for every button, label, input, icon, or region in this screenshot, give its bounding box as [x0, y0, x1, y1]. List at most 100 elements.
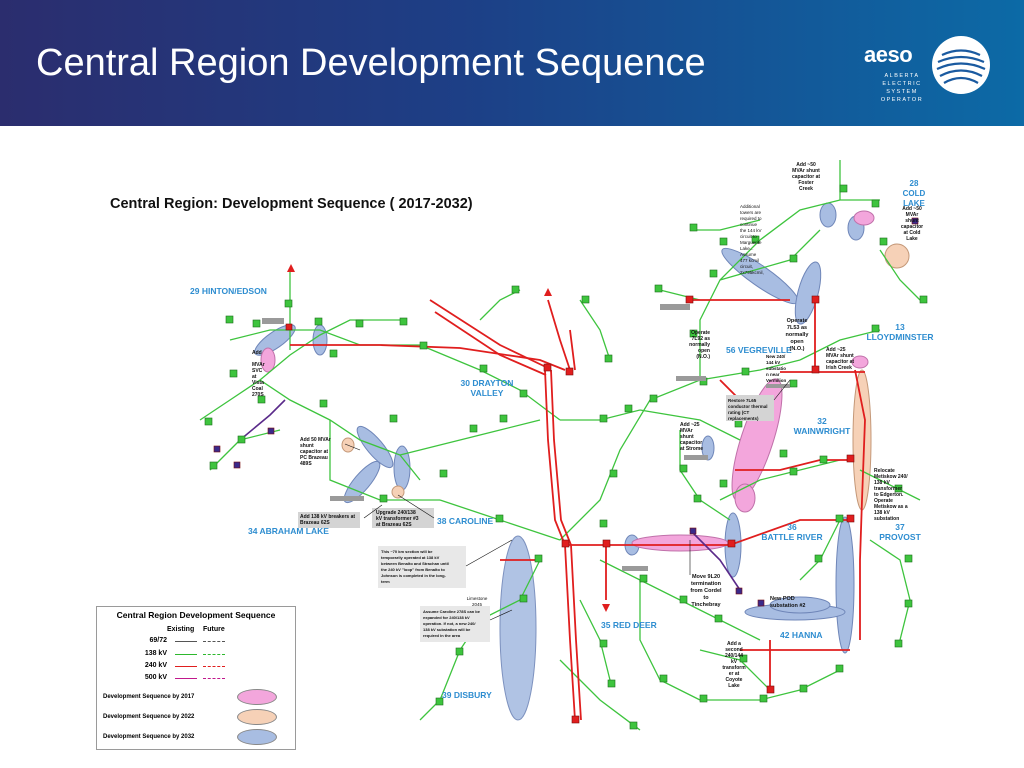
svg-text:Lake: Lake: [906, 236, 918, 242]
annotation-limestone: Limestone2045: [467, 596, 488, 607]
legend-row-label: 240 kV: [144, 662, 167, 669]
svg-text:144 kV: 144 kV: [766, 360, 780, 365]
svg-text:Johnson is completed in the lo: Johnson is completed in the long-: [381, 573, 447, 578]
svg-text:Creek: Creek: [799, 186, 813, 192]
svg-text:n near: n near: [766, 372, 780, 377]
svg-text:normally: normally: [786, 332, 810, 338]
svg-text:Assume Caroline 278S can be: Assume Caroline 278S can be: [423, 609, 481, 614]
legend-row-label: 138 kV: [144, 650, 167, 657]
svg-text:Brazeau 62S: Brazeau 62S: [300, 520, 330, 526]
legend-row-69: 69/72: [97, 637, 295, 647]
sequence-ellipses: [254, 202, 910, 721]
area-label-35: 35 RED DEER: [601, 620, 657, 630]
legend-row-label: 500 kV: [144, 674, 167, 681]
annotation-metiskow: RelocateMetiskow 240/ 138 kVtransformer …: [874, 468, 908, 522]
svg-text:Irish Creek: Irish Creek: [826, 365, 852, 371]
annotation-operate-7l53: Operate7L53 as normallyopen(N.O.): [786, 318, 810, 352]
legend-row-138: 138 kV: [97, 650, 295, 660]
area-label-36: 36 BATTLE RIVER: [761, 522, 822, 542]
svg-text:New POD: New POD: [770, 596, 795, 602]
area-label-42: 42 HANNA: [780, 630, 823, 640]
svg-text:Assume: Assume: [740, 252, 757, 257]
annotation-brazeau-cap: Add 50 MVArshunt capacitor atPC Brazeau4…: [300, 437, 331, 467]
annotation-new-substation: New 240/144 kV substation nearVermilion: [766, 354, 787, 383]
annotation-strome: Add ~25MVAr shuntcapacitorat Strome: [680, 422, 703, 452]
svg-text:from Cordel: from Cordel: [690, 588, 722, 594]
logo-tagline: ALBERTA ELECTRIC SYSTEM OPERATOR: [880, 73, 924, 103]
svg-text:2x795kcmil,: 2x795kcmil,: [740, 270, 764, 275]
legend-box: Central Region Development Sequence Exis…: [96, 606, 296, 750]
legend-col-future: Future: [203, 626, 225, 633]
annotation-foster-creek: Add ~50MVAr shunt capacitor atFosterCree…: [792, 162, 820, 192]
area-label-29: 29 HINTON/EDSON: [190, 286, 267, 296]
svg-text:rating (CT: rating (CT: [728, 410, 749, 415]
svg-text:termination: termination: [691, 581, 722, 587]
svg-text:7L53 as: 7L53 as: [787, 325, 807, 331]
legend-row-240: 240 kV: [97, 662, 295, 672]
legend-seq-label: Development Sequence by 2022: [103, 714, 195, 720]
logo-word: aeso: [864, 42, 913, 67]
svg-text:the 144 kV: the 144 kV: [740, 228, 762, 233]
svg-text:term: term: [381, 579, 390, 584]
svg-text:Add: Add: [252, 350, 262, 356]
svg-text:477 kcmil: 477 kcmil: [740, 258, 759, 263]
svg-text:Limestone: Limestone: [467, 596, 488, 601]
area-label-30: 30 DRAYTON VALLEY: [461, 378, 514, 398]
legend-row-label: 69/72: [149, 637, 167, 644]
diagram-title: Central Region: Development Sequence ( 2…: [110, 196, 473, 212]
svg-text:Vermilion: Vermilion: [766, 378, 787, 383]
lines-500kv: [239, 399, 741, 591]
svg-text:(N.O.): (N.O.): [696, 354, 710, 360]
svg-text:2045: 2045: [472, 602, 483, 607]
legend-col-existing: Existing: [167, 626, 195, 633]
svg-text:substation #2: substation #2: [770, 603, 805, 609]
swirl-logo-icon: [932, 36, 990, 94]
area-label-32: 32 WAINWRIGHT: [794, 416, 851, 436]
annotation-coyote-lake: Add asecond 240/144kV transformer at Coy…: [722, 641, 746, 689]
svg-text:between Benalto and Strachan u: between Benalto and Strachan until: [381, 561, 449, 566]
annotation-add-25-mvar: Add ~25MVAr shunt capacitor atIrish Cree…: [826, 347, 854, 371]
svg-text:138 kV substation will be: 138 kV substation will be: [423, 627, 471, 632]
legend-swatch: [237, 689, 277, 705]
svg-text:at Brazeau 62S: at Brazeau 62S: [376, 522, 412, 528]
svg-text:the 240 kV "loop" from Benalto: the 240 kV "loop" from Benalto to: [381, 567, 445, 572]
svg-text:open: open: [790, 339, 804, 345]
svg-text:substation: substation: [874, 516, 899, 522]
svg-text:temporarily operated at 138 kV: temporarily operated at 138 kV: [381, 555, 440, 560]
annotation-operate-7l92: Operate7L92 as normallyopen(N.O.): [689, 330, 710, 360]
svg-text:required to: required to: [740, 216, 762, 221]
area-label-37: 37 PROVOST: [879, 522, 921, 542]
svg-text:Lake: Lake: [728, 683, 740, 689]
svg-text:required in the area: required in the area: [423, 633, 461, 638]
svg-text:Tinchebray: Tinchebray: [691, 602, 721, 608]
svg-text:(N.O.): (N.O.): [790, 346, 805, 352]
annotation-cordel: Move 9L20termination from CordeltoTinche…: [690, 574, 722, 608]
svg-text:continue: continue: [740, 222, 758, 227]
legend-row-500: 500 kV: [97, 674, 295, 684]
svg-text:Operate: Operate: [787, 318, 808, 324]
svg-text:This ~70 km section will be: This ~70 km section will be: [381, 549, 433, 554]
area-label-28: 28 COLD LAKE: [903, 179, 926, 208]
svg-text:circuit,: circuit,: [740, 264, 753, 269]
legend-swatch: [237, 729, 277, 745]
legend-seq-label: Development Sequence by 2017: [103, 694, 195, 700]
svg-text:expanded for 240/138 kV: expanded for 240/138 kV: [423, 615, 470, 620]
svg-text:New 240/: New 240/: [766, 354, 786, 359]
svg-text:conductor thermal: conductor thermal: [728, 404, 768, 409]
svg-text:operation. If not, a new 240/: operation. If not, a new 240/: [423, 621, 476, 626]
svg-text:replacements): replacements): [728, 416, 759, 421]
slide-title: Central Region Development Sequence: [36, 42, 706, 84]
svg-text:at Strome: at Strome: [680, 446, 703, 452]
svg-text:Additional: Additional: [740, 204, 760, 209]
legend-swatch: [237, 709, 277, 725]
legend-title: Central Region Development Sequence: [116, 610, 276, 620]
svg-text:489S: 489S: [300, 461, 312, 467]
aeso-logo: aeso ALBERTA ELECTRIC SYSTEM OPERATOR: [864, 28, 996, 104]
area-label-39: 39 DISBURY: [442, 690, 492, 700]
svg-text:substatio: substatio: [766, 366, 786, 371]
svg-text:towers are: towers are: [740, 210, 762, 215]
svg-text:circuit to: circuit to: [740, 234, 757, 239]
svg-text:270S: 270S: [252, 392, 264, 398]
area-label-38: 38 CAROLINE: [437, 516, 494, 526]
svg-text:Marguerite: Marguerite: [740, 240, 762, 245]
